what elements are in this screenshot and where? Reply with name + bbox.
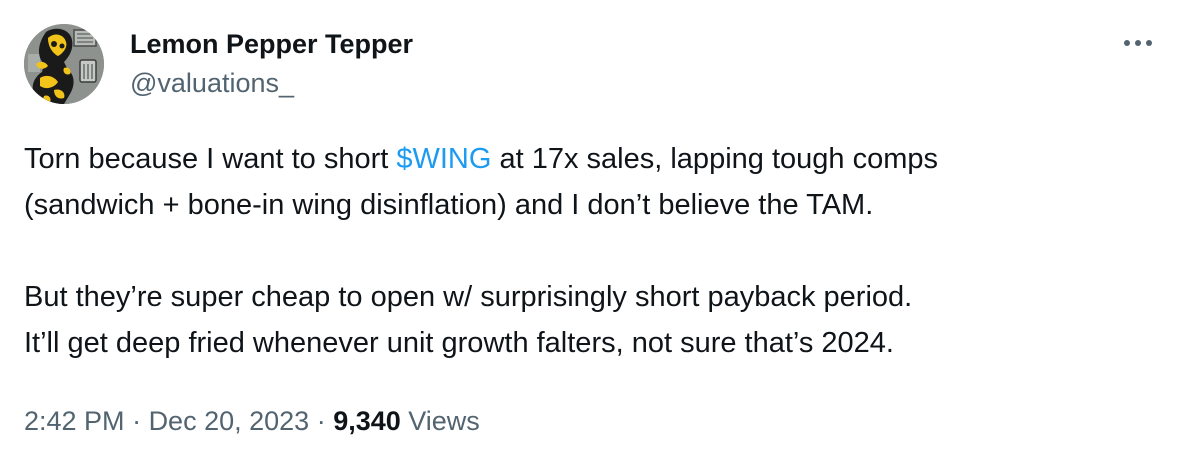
tweet-line-4: It’ll get deep fried whenever unit growt… — [24, 327, 894, 359]
tweet-card: Lemon Pepper Tepper @valuations_ Torn be… — [0, 0, 1184, 458]
cashtag-link[interactable]: $WING — [396, 143, 491, 175]
meta-separator: · — [309, 406, 334, 436]
tweet-date[interactable]: Dec 20, 2023 — [149, 406, 310, 436]
tweet-text-segment: Torn because I want to short — [24, 143, 397, 175]
views-label[interactable]: Views — [401, 406, 480, 436]
meta-separator: · — [124, 406, 149, 436]
views-count[interactable]: 9,340 — [333, 406, 401, 436]
tweet-line-3: But they’re super cheap to open w/ surpr… — [24, 281, 913, 313]
tweet-text-segment: at 17x sales, lapping tough comps — [491, 143, 938, 175]
tweet-time[interactable]: 2:42 PM — [24, 406, 125, 436]
tweet-meta: 2:42 PM · Dec 20, 2023 · 9,340 Views — [24, 404, 480, 438]
user-handle[interactable]: @valuations_ — [130, 66, 294, 100]
cartoon-character-avatar-icon — [24, 24, 104, 104]
more-options-button[interactable] — [1116, 26, 1160, 60]
tweet-text: Torn because I want to short $WING at 17… — [24, 136, 1164, 366]
tweet-line-2: (sandwich + bone-in wing disinflation) a… — [24, 189, 874, 221]
display-name[interactable]: Lemon Pepper Tepper — [130, 27, 413, 61]
avatar[interactable] — [24, 24, 104, 104]
tweet-line-1: Torn because I want to short $WING at 17… — [24, 136, 1164, 182]
more-horizontal-icon — [1124, 40, 1152, 46]
